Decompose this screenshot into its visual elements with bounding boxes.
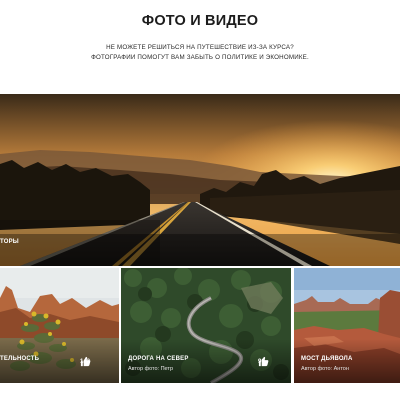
photo-card-1-likes[interactable]: 143 (80, 356, 91, 368)
photo-card-3[interactable]: МОСТ ДЬЯВОЛА Автор фото: Антон (294, 268, 400, 383)
photo-card-1-title: ТЕЛЬНОСТЬ (0, 356, 40, 362)
section-title: ФОТО И ВИДЕО (141, 13, 259, 29)
photo-card-2-title: ДОРОГА НА СЕВЕР (128, 356, 189, 362)
section-subtitle-line-2: ФОТОГРАФИИ ПОМОГУТ ВАМ ЗАБЫТЬ О ПОЛИТИКЕ… (91, 54, 309, 61)
thumbs-up-icon (80, 356, 91, 367)
photo-card-2-likes[interactable]: 96 (258, 356, 269, 368)
photo-card-3-author: Автор фото: Антон (301, 366, 349, 372)
thumbs-up-icon (258, 356, 269, 367)
photo-card-2-author: Автор фото: Петр (128, 366, 174, 372)
photo-card-1[interactable]: ТЕЛЬНОСТЬ 143 (0, 268, 119, 383)
section-subtitle-line-1: НЕ МОЖЕТЕ РЕШИТЬСЯ НА ПУТЕШЕСТВИЕ ИЗ-ЗА … (106, 44, 294, 51)
photo-card-2[interactable]: ДОРОГА НА СЕВЕР Автор фото: Петр 96 (121, 268, 291, 383)
hero-caption-bar (0, 234, 400, 266)
hero-photo-title: ТОРЫ (0, 239, 19, 245)
photo-card-3-title: МОСТ ДЬЯВОЛА (301, 356, 353, 362)
